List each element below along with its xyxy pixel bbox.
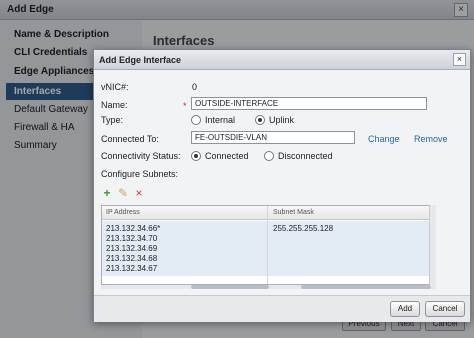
add-button[interactable]: Add bbox=[390, 301, 420, 317]
type-internal-label: Internal bbox=[205, 115, 236, 125]
edit-subnet-icon[interactable]: ✎ bbox=[117, 187, 129, 199]
add-edge-interface-dialog: Add Edge Interface × vNIC#: 0 Name: * OU… bbox=[93, 49, 471, 322]
subnets-grid: IP Address Subnet Mask 213.132.34.66* 21… bbox=[101, 205, 436, 285]
subnet-mask-cell: 255.255.255.128 bbox=[273, 224, 334, 233]
required-marker: * bbox=[183, 101, 187, 111]
dialog-close-icon[interactable]: × bbox=[453, 53, 466, 66]
change-link[interactable]: Change bbox=[368, 134, 400, 144]
disconnected-radio[interactable] bbox=[264, 151, 274, 161]
connected-radio[interactable] bbox=[191, 151, 201, 161]
scroll-thumb[interactable] bbox=[191, 285, 269, 289]
type-uplink-radio[interactable] bbox=[255, 115, 265, 125]
add-subnet-icon[interactable]: + bbox=[101, 187, 113, 199]
grid-header: IP Address Subnet Mask bbox=[102, 206, 435, 220]
type-uplink-label: Uplink bbox=[269, 115, 295, 125]
table-row[interactable]: 213.132.34.66* 213.132.34.70 213.132.34.… bbox=[102, 221, 435, 276]
scroll-thumb[interactable] bbox=[301, 285, 431, 289]
ip-address-cell: 213.132.34.68 bbox=[106, 254, 158, 263]
name-label: Name: bbox=[101, 100, 128, 110]
vnic-value: 0 bbox=[192, 82, 198, 92]
delete-subnet-icon[interactable]: × bbox=[133, 187, 145, 199]
ip-address-cell: 213.132.34.69 bbox=[106, 244, 158, 253]
subnet-mask-column-header[interactable]: Subnet Mask bbox=[273, 209, 314, 216]
connected-to-input[interactable]: FE-OUTSDIE-VLAN bbox=[191, 131, 355, 144]
ip-address-cell: 213.132.34.70 bbox=[106, 234, 158, 243]
dialog-title: Add Edge Interface bbox=[99, 55, 182, 65]
remove-link[interactable]: Remove bbox=[414, 134, 448, 144]
connected-label: Connected bbox=[205, 151, 249, 161]
connected-to-label: Connected To: bbox=[101, 134, 159, 144]
ip-address-cell: 213.132.34.66* bbox=[106, 224, 161, 233]
dialog-footer: Add Cancel bbox=[94, 295, 470, 322]
name-input[interactable]: OUTSIDE-INTERFACE bbox=[191, 97, 427, 110]
dialog-titlebar: Add Edge Interface × bbox=[94, 50, 470, 70]
grid-vertical-scrollbar[interactable] bbox=[429, 205, 436, 285]
ip-address-cell: 213.132.34.67 bbox=[106, 264, 158, 273]
connectivity-status-label: Connectivity Status: bbox=[101, 151, 181, 161]
grid-horizontal-scrollbar[interactable] bbox=[101, 285, 436, 289]
dialog-cancel-button[interactable]: Cancel bbox=[425, 301, 465, 317]
type-internal-radio[interactable] bbox=[191, 115, 201, 125]
configure-subnets-label: Configure Subnets: bbox=[101, 169, 179, 179]
vnic-label: vNIC#: bbox=[101, 82, 129, 92]
column-divider bbox=[267, 206, 268, 284]
type-label: Type: bbox=[101, 115, 124, 125]
disconnected-label: Disconnected bbox=[278, 151, 333, 161]
ip-address-column-header[interactable]: IP Address bbox=[106, 209, 140, 216]
